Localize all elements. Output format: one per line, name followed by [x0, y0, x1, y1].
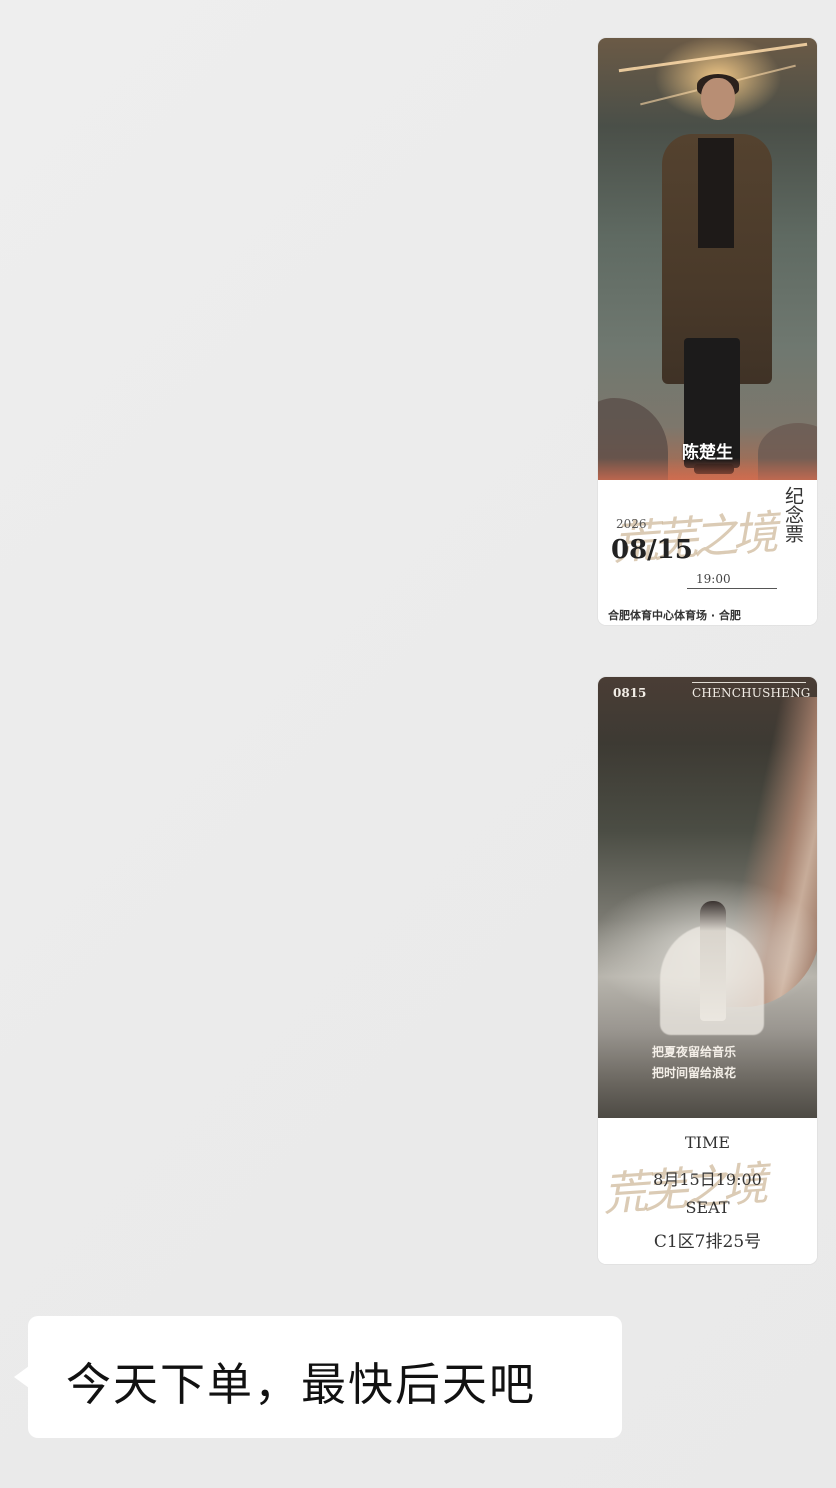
divider: [687, 588, 777, 589]
ticket-year: 2026: [616, 517, 647, 531]
seat-label: SEAT: [685, 1198, 730, 1217]
ticket-photo: 陈楚生: [598, 38, 817, 488]
ticket-venue: 合肥体育中心体育场 · 合肥: [608, 609, 741, 622]
figure: [700, 901, 726, 1021]
slogan-line-1: 把夏夜留给音乐: [652, 1045, 737, 1059]
chat-area: 陈楚生 荒芜之境 纪念票 2026 08/15 19:00 合肥体育中心体育场 …: [0, 0, 836, 1488]
artist-latin-name: CHENCHUSHENG: [692, 686, 811, 700]
seat-value: C1区7排25号: [653, 1232, 762, 1252]
ticket-code: 0815: [613, 686, 647, 700]
stub-vertical-title: 纪念票: [782, 486, 804, 543]
figure-shirt: [698, 138, 734, 248]
bubble-tail: [14, 1366, 29, 1388]
time-value: 8月15日19:00: [653, 1170, 762, 1189]
ticket-image-2[interactable]: 0815 CHENCHUSHENG 把夏夜留给音乐 把时间留给浪花 荒芜之境 T…: [598, 677, 817, 1264]
ticket-time: 19:00: [696, 572, 731, 586]
time-label: TIME: [684, 1133, 731, 1152]
message-text: 今天下单，最快后天吧: [66, 1358, 537, 1411]
slogan-line-2: 把时间留给浪花: [652, 1066, 737, 1080]
divider: [692, 682, 806, 683]
figure-head: [701, 78, 735, 120]
ticket-date: 08/15: [611, 535, 693, 565]
artist-name: 陈楚生: [682, 443, 733, 463]
ticket-photo: 0815 CHENCHUSHENG 把夏夜留给音乐 把时间留给浪花: [598, 677, 817, 1118]
ticket-image-1[interactable]: 陈楚生 荒芜之境 纪念票 2026 08/15 19:00 合肥体育中心体育场 …: [598, 38, 817, 625]
